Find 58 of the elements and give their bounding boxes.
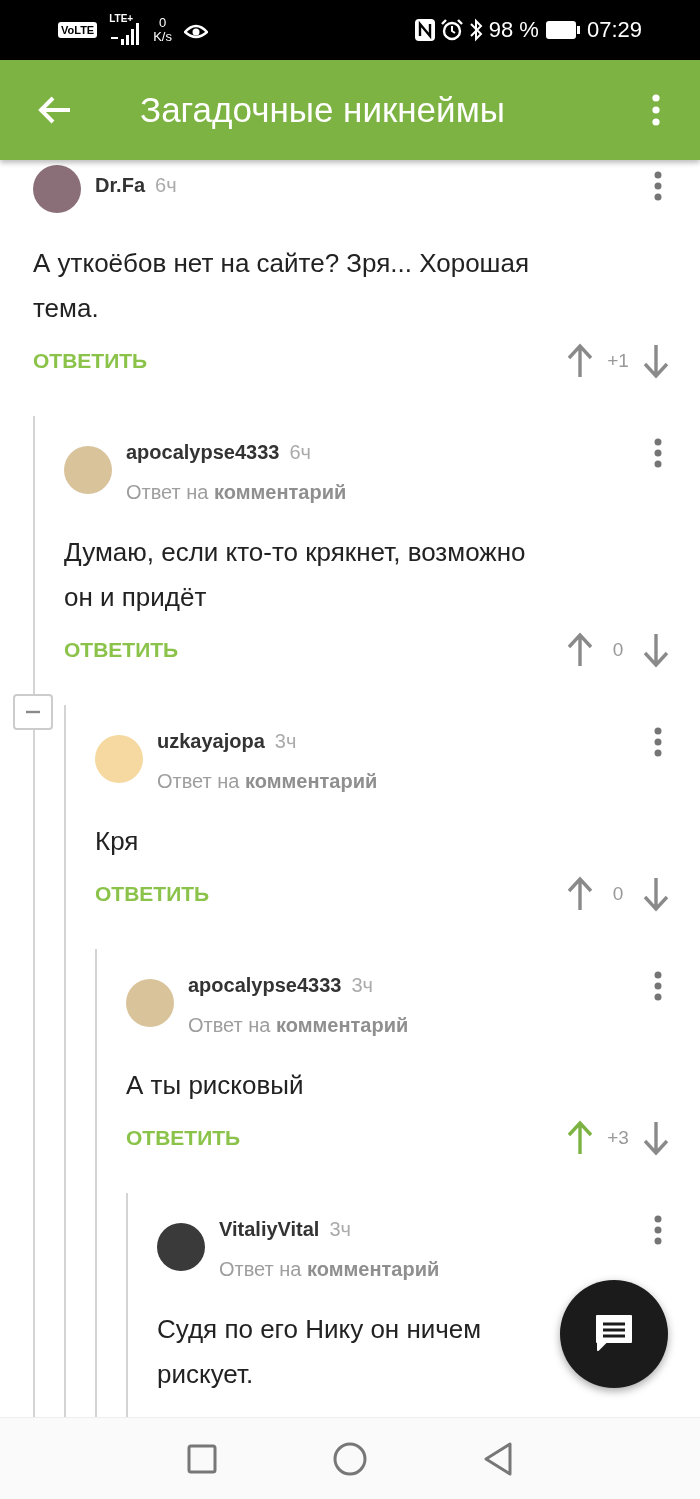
comment-text: А ты рисковый <box>126 1069 304 1102</box>
author-name[interactable]: Dr.Fa <box>95 173 146 197</box>
rating: +3 <box>606 1127 630 1149</box>
comment-text: А уткоёбов нет на сайте? Зря... Хорошая тема. <box>33 247 529 325</box>
downvote-icon[interactable] <box>642 632 670 668</box>
signal-icon <box>111 23 142 45</box>
author-name[interactable]: VitaliyVital <box>219 1217 320 1241</box>
speed-unit: K/s <box>153 30 172 44</box>
author-name[interactable]: uzkayajopa <box>157 729 265 753</box>
comment-text: Думаю, если кто-то крякнет, возможно он и придёт <box>64 536 526 614</box>
more-icon[interactable] <box>652 94 660 126</box>
reply-button[interactable]: ОТВЕТИТЬ <box>95 882 210 906</box>
more-icon[interactable] <box>654 971 662 1001</box>
reply-button[interactable]: ОТВЕТИТЬ <box>64 638 179 662</box>
battery-icon <box>544 20 581 40</box>
downvote-icon[interactable] <box>642 1120 670 1156</box>
comment-text: Судя по его Нику он ничем рискует. <box>157 1313 482 1391</box>
more-icon[interactable] <box>654 1215 662 1245</box>
more-icon[interactable] <box>654 171 662 201</box>
upvote-icon[interactable] <box>566 343 594 379</box>
comment-time: 3ч <box>274 729 297 753</box>
bluetooth-icon <box>468 18 483 42</box>
comment-time: 6ч <box>289 440 311 464</box>
comment-text: Кря <box>95 825 139 858</box>
comment-time: 3ч <box>351 973 373 997</box>
reply-button[interactable]: ОТВЕТИТЬ <box>33 349 148 373</box>
upvote-icon[interactable] <box>566 876 594 912</box>
reply-button[interactable]: ОТВЕТИТЬ <box>126 1126 241 1150</box>
downvote-icon[interactable] <box>642 343 670 379</box>
comment-time: 6ч <box>155 173 177 197</box>
recent-apps-icon[interactable] <box>187 1443 217 1474</box>
upvote-icon[interactable] <box>566 1120 594 1156</box>
upvote-icon[interactable] <box>566 632 594 668</box>
more-icon[interactable] <box>654 438 662 468</box>
nfc-icon <box>414 19 435 41</box>
author-name[interactable]: apocalypse4333 <box>126 440 280 464</box>
more-icon[interactable] <box>654 727 662 757</box>
author-name[interactable]: apocalypse4333 <box>188 973 342 997</box>
screen-title: Загадочные никнеймы <box>140 90 506 130</box>
downvote-icon[interactable] <box>642 876 670 912</box>
reply-to-link[interactable]: Ответ на комментарий <box>188 1005 409 1045</box>
rating: +1 <box>606 350 630 372</box>
alarm-icon <box>440 19 463 41</box>
rating: 0 <box>611 883 625 905</box>
comment-fab[interactable] <box>560 1280 668 1388</box>
home-icon[interactable] <box>333 1441 367 1476</box>
comment-time: 3ч <box>329 1217 351 1241</box>
reply-to-link[interactable]: Ответ на комментарий <box>157 761 378 801</box>
battery-percent: 98 % <box>488 17 539 43</box>
volte-badge: VoLTE <box>58 22 98 38</box>
reply-to-link[interactable]: Ответ на комментарий <box>219 1249 440 1289</box>
clock: 07:29 <box>586 17 642 43</box>
network-type: LTE+ <box>109 13 134 24</box>
rating: 0 <box>611 639 625 661</box>
reply-to-link[interactable]: Ответ на комментарий <box>126 472 347 512</box>
avatar[interactable] <box>157 1223 205 1271</box>
back-icon[interactable] <box>483 1441 513 1476</box>
speed-value: 0 <box>159 16 167 30</box>
